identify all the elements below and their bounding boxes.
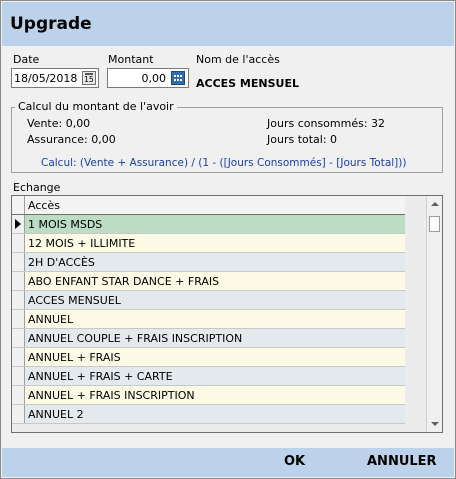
row-cell: ANNUEL — [28, 313, 74, 326]
jours-total-text: Jours total: 0 — [267, 133, 338, 146]
row-cell: 12 MOIS + ILLIMITE — [28, 237, 136, 250]
table-row[interactable]: ANNUEL + FRAIS + CARTE — [12, 367, 405, 386]
calcul-formula: Calcul: (Vente + Assurance) / (1 - ([Jou… — [41, 157, 407, 169]
row-selector[interactable] — [12, 253, 25, 271]
calendar-icon[interactable]: 15 — [82, 71, 96, 85]
montant-field[interactable]: 0,00 — [107, 68, 189, 88]
row-selector[interactable] — [12, 386, 25, 404]
table-row[interactable]: ANNUEL COUPLE + FRAIS INSCRIPTION — [12, 329, 405, 348]
jours-consommes-text: Jours consommés: 32 — [267, 117, 386, 130]
row-selector[interactable] — [12, 348, 25, 366]
dialog-title: Upgrade — [10, 14, 92, 34]
montant-label: Montant — [108, 53, 154, 66]
grid-header: Accès — [12, 196, 405, 215]
row-cell: ANNUEL + FRAIS + CARTE — [28, 370, 173, 383]
current-row-arrow-icon — [15, 219, 21, 229]
vente-text: Vente: 0,00 — [27, 117, 91, 130]
row-selector[interactable] — [12, 215, 25, 233]
nom-acces-value: ACCES MENSUEL — [196, 77, 299, 90]
row-cell: ANNUEL + FRAIS INSCRIPTION — [28, 389, 195, 402]
row-cell: ANNUEL 2 — [28, 408, 84, 421]
scroll-thumb[interactable] — [429, 216, 440, 232]
row-cell: ACCES MENSUEL — [28, 294, 121, 307]
echange-label: Echange — [13, 181, 61, 194]
row-cell: 2H D'ACCÈS — [28, 256, 95, 269]
echange-grid[interactable]: Accès 1 MOIS MSDS 12 MOIS + ILLIMITE 2H … — [11, 195, 443, 433]
table-row[interactable]: 1 MOIS MSDS — [12, 215, 405, 234]
table-row[interactable]: ANNUEL 2 — [12, 405, 405, 424]
scroll-up-icon[interactable] — [431, 202, 439, 206]
annuler-button[interactable]: ANNULER — [367, 454, 437, 469]
vertical-scrollbar[interactable] — [426, 196, 442, 432]
row-cell: ABO ENFANT STAR DANCE + FRAIS — [28, 275, 220, 288]
table-row[interactable]: ANNUEL — [12, 310, 405, 329]
table-row[interactable]: ACCES MENSUEL — [12, 291, 405, 310]
calculator-icon[interactable] — [171, 71, 185, 85]
button-bar: OK ANNULER — [2, 448, 454, 477]
date-value: 18/05/2018 — [14, 72, 78, 85]
upgrade-dialog: Upgrade Date 18/05/2018 15 Montant 0,00 … — [0, 0, 456, 479]
assurance-text: Assurance: 0,00 — [27, 133, 116, 146]
row-selector[interactable] — [12, 234, 25, 252]
table-row[interactable]: ANNUEL + FRAIS — [12, 348, 405, 367]
row-selector[interactable] — [12, 329, 25, 347]
row-selector[interactable] — [12, 367, 25, 385]
table-row[interactable]: 2H D'ACCÈS — [12, 253, 405, 272]
date-field[interactable]: 18/05/2018 15 — [11, 68, 99, 88]
ok-button[interactable]: OK — [284, 454, 305, 469]
table-row[interactable]: ABO ENFANT STAR DANCE + FRAIS — [12, 272, 405, 291]
row-selector[interactable] — [12, 291, 25, 309]
row-selector[interactable] — [12, 405, 25, 423]
date-label: Date — [13, 53, 40, 66]
scroll-down-icon[interactable] — [431, 422, 439, 426]
column-header-acces[interactable]: Accès — [28, 199, 60, 212]
calcul-title: Calcul du montant de l'avoir — [15, 100, 177, 113]
montant-value: 0,00 — [141, 72, 167, 85]
row-cell: ANNUEL COUPLE + FRAIS INSCRIPTION — [28, 332, 243, 345]
row-selector[interactable] — [12, 310, 25, 328]
row-cell: ANNUEL + FRAIS — [28, 351, 121, 364]
row-selector[interactable] — [12, 272, 25, 290]
table-row[interactable]: 12 MOIS + ILLIMITE — [12, 234, 405, 253]
row-cell: 1 MOIS MSDS — [28, 218, 103, 231]
table-row[interactable]: ANNUEL + FRAIS INSCRIPTION — [12, 386, 405, 405]
title-bar: Upgrade — [2, 2, 454, 46]
nom-acces-label: Nom de l'accès — [196, 53, 280, 66]
